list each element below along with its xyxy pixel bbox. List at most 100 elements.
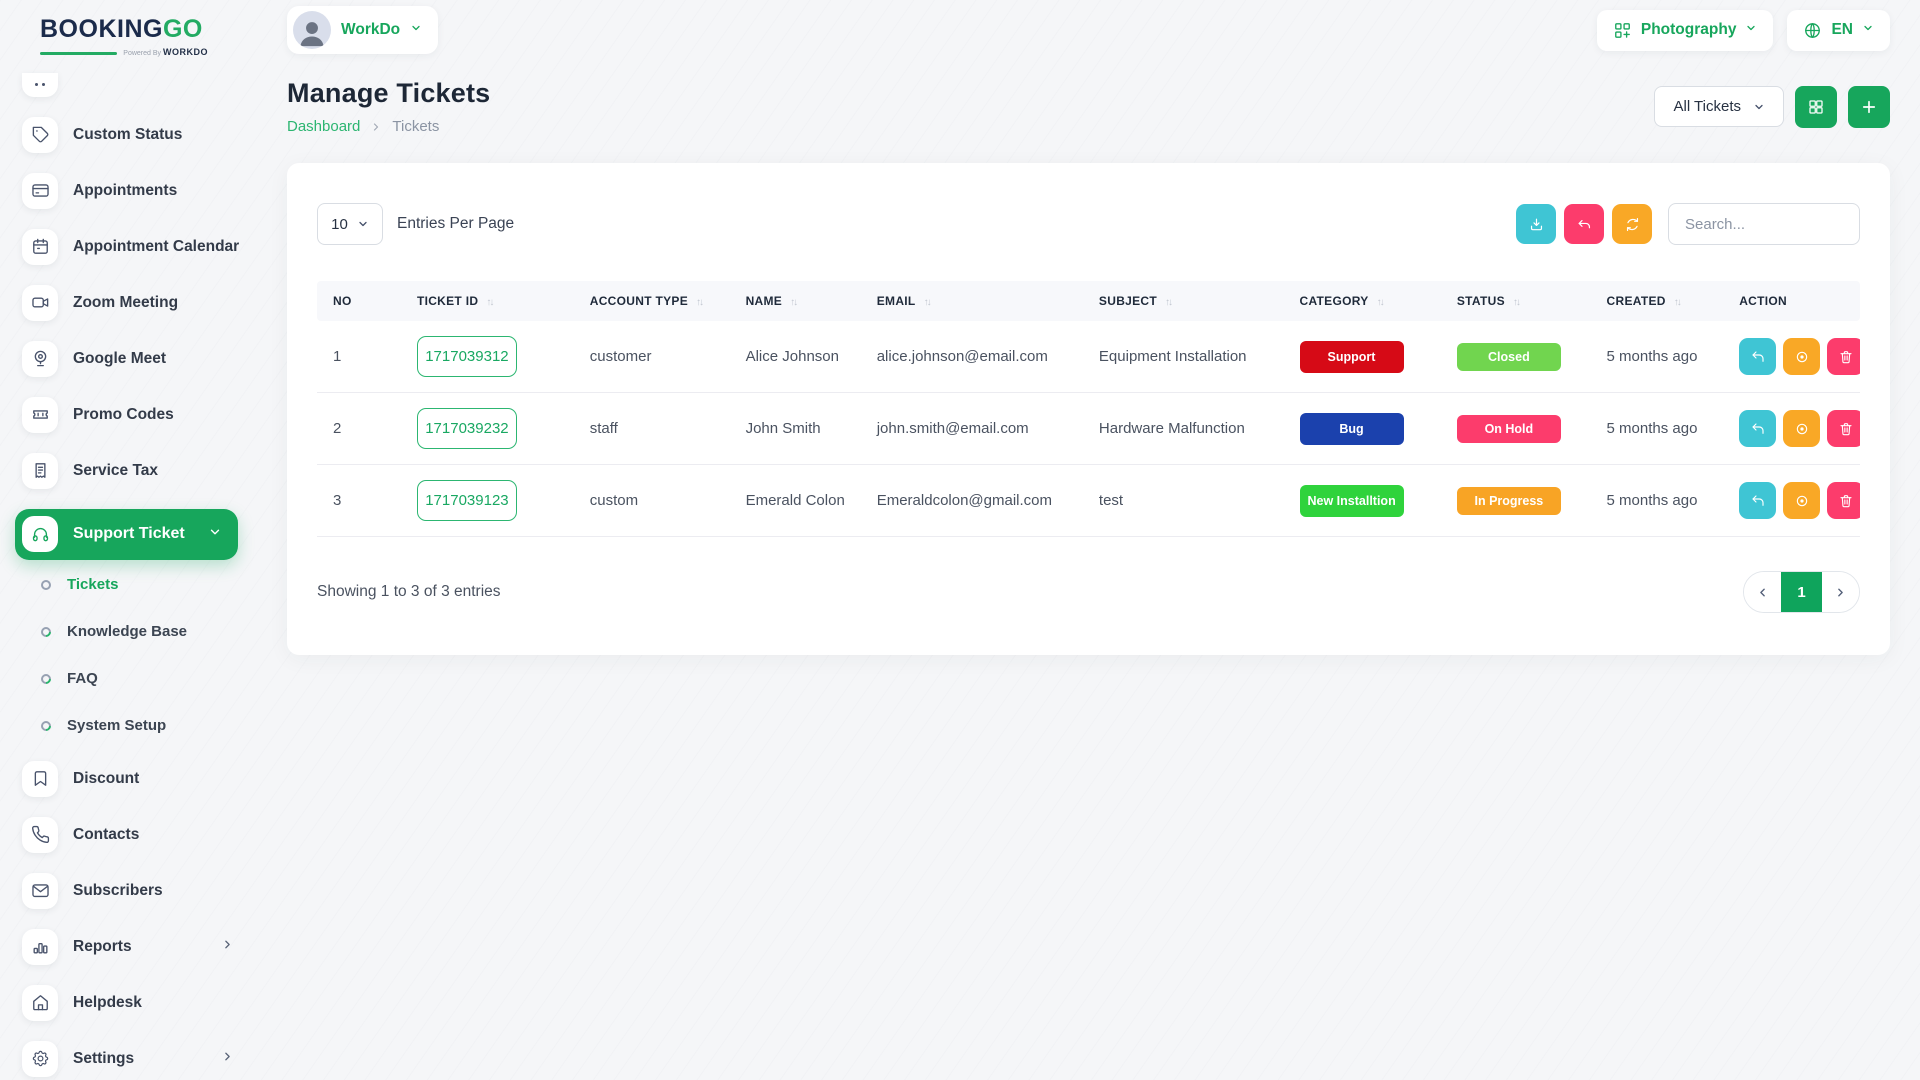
- column-header-no: NO: [317, 281, 405, 321]
- sidebar-subitem-system-setup[interactable]: System Setup: [22, 714, 260, 738]
- cell-created: 5 months ago: [1595, 465, 1728, 537]
- tickets-table: NO TICKET ID ACCOUNT TYPE NAME EMAIL SUB…: [317, 281, 1860, 537]
- chevron-down-icon: [208, 525, 222, 544]
- sidebar-subitem-knowledge-base[interactable]: Knowledge Base: [22, 620, 260, 644]
- sidebar-item-contacts[interactable]: Contacts: [22, 817, 260, 853]
- status-badge: On Hold: [1457, 415, 1561, 443]
- workspace-switcher[interactable]: WorkDo: [287, 6, 438, 54]
- sidebar-item-label: Google Meet: [73, 350, 166, 368]
- column-header-subject[interactable]: SUBJECT: [1087, 281, 1288, 321]
- cell-subject: test: [1087, 465, 1288, 537]
- delete-button[interactable]: [1827, 410, 1860, 447]
- cell-name: Alice Johnson: [734, 321, 865, 393]
- main-content: WorkDo Photography EN: [260, 0, 1920, 1080]
- undo-icon: [1576, 216, 1593, 233]
- page-heading-block: Manage Tickets Dashboard Tickets: [287, 78, 490, 135]
- view-button[interactable]: [1783, 338, 1820, 375]
- current-page-button[interactable]: 1: [1781, 572, 1822, 612]
- previous-page-button[interactable]: [1744, 572, 1781, 612]
- delete-button[interactable]: [1827, 338, 1860, 375]
- cell-no: 3: [317, 465, 405, 537]
- language-switcher[interactable]: EN: [1787, 10, 1890, 51]
- view-icon: [1794, 421, 1810, 437]
- sidebar-item-service-tax[interactable]: Service Tax: [22, 453, 260, 489]
- webcam-icon: [22, 341, 58, 377]
- sidebar-item-subscribers[interactable]: Subscribers: [22, 873, 260, 909]
- column-header-category[interactable]: CATEGORY: [1288, 281, 1445, 321]
- chevron-right-icon: [221, 1050, 234, 1068]
- module-switcher[interactable]: Photography: [1597, 10, 1774, 51]
- row-actions: [1739, 338, 1848, 375]
- sidebar-item-appointments[interactable]: Appointments: [22, 173, 260, 209]
- logo-text-secondary: GO: [163, 15, 203, 43]
- view-button[interactable]: [1783, 410, 1820, 447]
- sidebar-item-support-ticket[interactable]: Support Ticket: [15, 509, 238, 560]
- breadcrumb-dashboard-link[interactable]: Dashboard: [287, 118, 360, 135]
- app-logo[interactable]: BOOKINGGO Powered By WORKDO: [0, 12, 220, 57]
- entries-per-page-select[interactable]: 10: [317, 203, 383, 245]
- sidebar-item-appointment-calendar[interactable]: Appointment Calendar: [22, 229, 260, 265]
- reply-button[interactable]: [1739, 482, 1776, 519]
- sidebar-item-label: Settings: [73, 1050, 134, 1068]
- sidebar-item-promo-codes[interactable]: Promo Codes: [22, 397, 260, 433]
- sidebar-item-helpdesk[interactable]: Helpdesk: [22, 985, 260, 1021]
- table-header: NO TICKET ID ACCOUNT TYPE NAME EMAIL SUB…: [317, 281, 1860, 321]
- sidebar-item-partial[interactable]: [22, 73, 260, 97]
- delete-button[interactable]: [1827, 482, 1860, 519]
- powered-by-label: Powered By: [123, 50, 161, 57]
- refresh-button[interactable]: [1612, 204, 1652, 244]
- sort-icon: [1513, 297, 1519, 308]
- reply-icon: [1750, 421, 1766, 437]
- ticket-id-button[interactable]: 1717039312: [417, 336, 517, 377]
- sidebar-item-label: Appointment Calendar: [73, 238, 239, 256]
- sort-icon: [1165, 297, 1171, 308]
- ticket-filter-value: All Tickets: [1673, 98, 1741, 115]
- ticket-filter-select[interactable]: All Tickets: [1654, 86, 1784, 127]
- view-button[interactable]: [1783, 482, 1820, 519]
- bullet-icon: [41, 580, 51, 590]
- sidebar-item-settings[interactable]: Settings: [22, 1041, 260, 1077]
- chevron-right-icon: [221, 938, 234, 956]
- sidebar-item-custom-status[interactable]: Custom Status: [22, 117, 260, 153]
- category-badge: Support: [1300, 341, 1404, 373]
- sidebar-item-discount[interactable]: Discount: [22, 761, 260, 797]
- sidebar-item-reports[interactable]: Reports: [22, 929, 260, 965]
- grid-icon: [1807, 98, 1825, 116]
- reply-button[interactable]: [1739, 338, 1776, 375]
- sidebar-item-google-meet[interactable]: Google Meet: [22, 341, 260, 377]
- ticket-id-button[interactable]: 1717039123: [417, 480, 517, 521]
- row-actions: [1739, 410, 1848, 447]
- grid-view-button[interactable]: [1795, 86, 1837, 128]
- undo-button[interactable]: [1564, 204, 1604, 244]
- column-header-status[interactable]: STATUS: [1445, 281, 1595, 321]
- bullet-icon: [39, 671, 53, 685]
- sort-icon: [696, 297, 702, 308]
- column-header-email[interactable]: EMAIL: [865, 281, 1087, 321]
- sidebar-subitem-faq[interactable]: FAQ: [22, 667, 260, 691]
- showing-entries-text: Showing 1 to 3 of 3 entries: [317, 583, 501, 601]
- ticket-id-button[interactable]: 1717039232: [417, 408, 517, 449]
- chevron-right-icon: [370, 121, 382, 133]
- next-page-button[interactable]: [1822, 572, 1859, 612]
- app-root: BOOKINGGO Powered By WORKDO Custom Statu…: [0, 0, 1920, 1080]
- sidebar-item-label: Helpdesk: [73, 994, 142, 1012]
- sidebar-item-zoom-meeting[interactable]: Zoom Meeting: [22, 285, 260, 321]
- trash-icon: [1838, 493, 1854, 509]
- column-header-created[interactable]: CREATED: [1595, 281, 1728, 321]
- column-header-name[interactable]: NAME: [734, 281, 865, 321]
- video-icon: [22, 285, 58, 321]
- column-header-action: ACTION: [1727, 281, 1860, 321]
- sidebar-item-label: Support Ticket: [73, 525, 185, 543]
- create-ticket-button[interactable]: [1848, 86, 1890, 128]
- sidebar-item-label: Custom Status: [73, 126, 182, 144]
- sidebar-subitem-tickets[interactable]: Tickets: [22, 573, 260, 597]
- reply-button[interactable]: [1739, 410, 1776, 447]
- column-header-account-type[interactable]: ACCOUNT TYPE: [578, 281, 734, 321]
- column-header-ticket-id[interactable]: TICKET ID: [405, 281, 578, 321]
- sidebar-item-label: Promo Codes: [73, 406, 174, 424]
- chevron-right-icon: [1834, 586, 1847, 599]
- table-row: 1 1717039312 customer Alice Johnson alic…: [317, 321, 1860, 393]
- export-button[interactable]: [1516, 204, 1556, 244]
- cell-no: 1: [317, 321, 405, 393]
- search-input[interactable]: [1668, 203, 1860, 245]
